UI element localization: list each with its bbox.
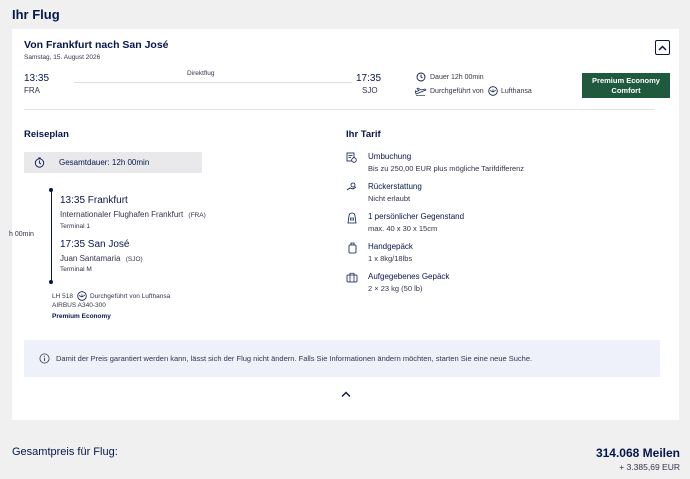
total-price-label: Gesamtpreis für Flug: bbox=[12, 446, 118, 458]
aircraft-type: AIRBUS A340-300 bbox=[52, 302, 106, 309]
departure-airport-code: (FRA) bbox=[188, 212, 206, 219]
total-duration-box: Gesamtdauer: 12h 00min bbox=[24, 152, 202, 173]
departure-time-city: 13:35 Frankfurt bbox=[60, 195, 128, 206]
route-line bbox=[74, 82, 352, 83]
fare-badge: Premium Economy Comfort bbox=[582, 73, 670, 98]
tarif-heading: Ihr Tarif bbox=[346, 129, 381, 140]
tarif-item-title: 1 persönlicher Gegenstand bbox=[368, 212, 465, 221]
arrival-code: SJO bbox=[362, 86, 378, 95]
segment-duration: h 00min bbox=[9, 231, 34, 238]
arrival-airport-name: Juan Santamaria bbox=[60, 254, 121, 263]
tarif-item-title: Aufgegebenes Gepäck bbox=[368, 272, 450, 281]
collapse-details-button[interactable] bbox=[341, 391, 351, 398]
tarif-item-title: Handgepäck bbox=[368, 242, 413, 251]
timeline-end-dot bbox=[49, 280, 53, 284]
departure-time: 13:35 bbox=[24, 73, 50, 84]
clock-icon bbox=[416, 72, 426, 82]
arrival-terminal: Terminal M bbox=[60, 266, 92, 273]
arrival-time: 17:35 bbox=[356, 73, 382, 84]
flight-card: Von Frankfurt nach San José Samstag, 15.… bbox=[9, 29, 679, 420]
info-text: Damit der Preis garantiert werden kann, … bbox=[56, 354, 533, 363]
info-box: Damit der Preis garantiert werden kann, … bbox=[24, 340, 660, 377]
arrival-time-city: 17:35 San José bbox=[60, 239, 130, 250]
tarif-item-sub: 1 x 8kg/18lbs bbox=[368, 254, 413, 263]
departure-airport-name: Internationaler Flughafen Frankfurt bbox=[60, 210, 184, 219]
route-title: Von Frankfurt nach San José bbox=[24, 39, 169, 51]
stopwatch-icon bbox=[34, 157, 45, 168]
timeline-start-dot bbox=[49, 188, 53, 192]
tarif-item-title: Umbuchung bbox=[368, 152, 412, 161]
departure-terminal: Terminal 1 bbox=[60, 223, 90, 230]
flight-operator-row: LH 518 Durchgeführt von Lufthansa bbox=[52, 291, 170, 301]
flight-number: LH 518 bbox=[52, 292, 73, 300]
divider bbox=[24, 109, 655, 110]
fare-badge-line1: Premium Economy bbox=[592, 75, 660, 85]
tarif-item-refund: Rückerstattung Nicht erlaubt bbox=[368, 182, 422, 203]
checked-baggage-icon bbox=[346, 272, 358, 283]
section-title: Ihr Flug bbox=[12, 7, 60, 22]
departure-airport: Internationaler Flughafen Frankfurt (FRA… bbox=[60, 210, 206, 219]
lufthansa-logo-icon bbox=[77, 291, 87, 301]
flight-date: Samstag, 15. August 2026 bbox=[24, 54, 101, 61]
timeline-line bbox=[51, 191, 52, 282]
direct-flight-label: Direktflug bbox=[187, 70, 215, 77]
tarif-item-sub: max. 40 x 30 x 15cm bbox=[368, 224, 438, 233]
tarif-item-sub: Bis zu 250,00 EUR plus mögliche Tarifdif… bbox=[368, 164, 525, 173]
tarif-item-rebooking: Umbuchung Bis zu 250,00 EUR plus möglich… bbox=[368, 152, 524, 173]
itinerary-heading: Reiseplan bbox=[24, 129, 69, 140]
collapse-button[interactable] bbox=[655, 40, 670, 55]
personal-item-icon bbox=[347, 212, 357, 224]
operator-text: Durchgeführt von Lufthansa bbox=[89, 292, 171, 300]
chevron-up-icon bbox=[341, 391, 351, 397]
tarif-item-sub: 2 × 23 kg (50 lb) bbox=[368, 284, 423, 293]
chevron-up-icon bbox=[658, 44, 667, 51]
duration-text: Dauer 12h 00min bbox=[430, 74, 484, 81]
operated-by-text: Durchgeführt von bbox=[430, 88, 484, 95]
plane-icon bbox=[415, 87, 427, 96]
hand-baggage-icon bbox=[348, 242, 357, 254]
total-eur: + 3.385,69 EUR bbox=[619, 462, 680, 472]
total-duration-text: Gesamtdauer: 12h 00min bbox=[59, 158, 150, 167]
tarif-item-hand-baggage: Handgepäck 1 x 8kg/18lbs bbox=[368, 242, 413, 263]
refund-icon bbox=[346, 182, 358, 193]
rebooking-icon bbox=[346, 152, 357, 163]
lufthansa-logo-icon bbox=[488, 86, 498, 96]
tarif-item-title: Rückerstattung bbox=[368, 182, 422, 191]
arrival-airport: Juan Santamaria (SJO) bbox=[60, 254, 143, 263]
arrival-airport-code: (SJO) bbox=[125, 256, 143, 263]
airline-name: Lufthansa bbox=[501, 88, 532, 95]
info-icon bbox=[39, 353, 50, 364]
tarif-item-sub: Nicht erlaubt bbox=[368, 194, 411, 203]
cabin-class: Premium Economy bbox=[52, 313, 111, 320]
tarif-item-checked-baggage: Aufgegebenes Gepäck 2 × 23 kg (50 lb) bbox=[368, 272, 449, 293]
fare-badge-line2: Comfort bbox=[611, 85, 641, 95]
departure-code: FRA bbox=[24, 86, 40, 95]
tarif-item-personal: 1 persönlicher Gegenstand max. 40 x 30 x… bbox=[368, 212, 464, 233]
total-miles: 314.068 Meilen bbox=[595, 446, 680, 460]
